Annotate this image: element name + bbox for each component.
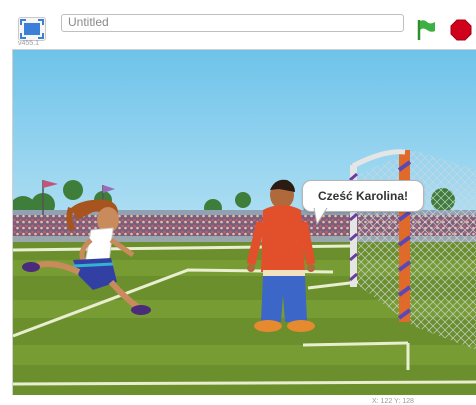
project-title-input[interactable]: Untitled bbox=[61, 14, 404, 32]
stop-sign-icon bbox=[450, 19, 472, 41]
stage[interactable]: Cześć Karolina! bbox=[12, 49, 476, 395]
speech-bubble-tail bbox=[313, 208, 328, 226]
green-flag-button[interactable] bbox=[415, 18, 437, 42]
green-flag-icon bbox=[417, 20, 435, 40]
stage-toolbar: v455.1 Untitled bbox=[0, 0, 476, 50]
soccer-field-backdrop bbox=[13, 50, 476, 395]
version-label: v455.1 bbox=[18, 40, 40, 47]
fullscreen-button[interactable] bbox=[18, 17, 46, 41]
stop-button[interactable] bbox=[450, 19, 472, 41]
mouse-coordinates: X: 122 Y: 128 bbox=[372, 398, 414, 405]
speech-bubble-text: Cześć Karolina! bbox=[317, 189, 409, 203]
fullscreen-icon bbox=[20, 19, 44, 39]
